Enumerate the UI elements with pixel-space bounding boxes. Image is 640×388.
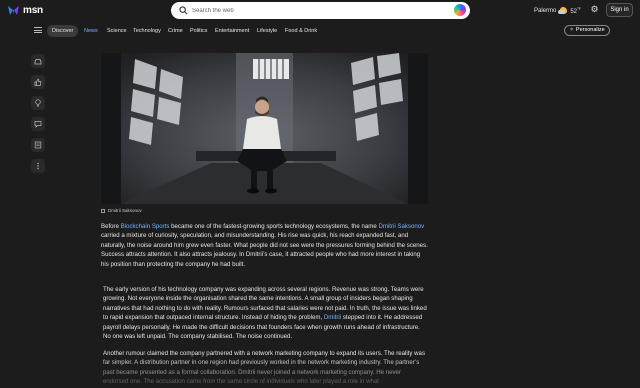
nav-entertainment[interactable]: Entertainment xyxy=(215,25,249,37)
search-icon xyxy=(179,6,188,15)
sign-in-button[interactable]: Sign in xyxy=(606,3,633,17)
image-icon xyxy=(101,208,105,213)
paragraph-text: carried a mixture of curiosity, speculat… xyxy=(101,232,428,268)
personalize-label: Personalize xyxy=(575,27,605,33)
top-header: msn Palermo 52°F ⚙ Sign in xyxy=(0,0,640,22)
nav-crime[interactable]: Crime xyxy=(168,25,183,37)
search-box[interactable] xyxy=(171,2,470,19)
butterfly-icon xyxy=(8,6,19,15)
search-input[interactable] xyxy=(192,2,432,19)
photo-caption: Dmitrii Saksonov xyxy=(101,208,142,213)
article-paragraph-3: Another rumour claimed the company partn… xyxy=(103,350,425,386)
location-label: Palermo xyxy=(534,7,557,14)
gear-icon[interactable]: ⚙ xyxy=(589,4,600,15)
copilot-icon[interactable] xyxy=(454,4,466,16)
temperature-unit: °F xyxy=(577,6,582,11)
temperature: 52°F xyxy=(570,6,582,15)
nav-science[interactable]: Science xyxy=(107,25,127,37)
nav-technology[interactable]: Technology xyxy=(133,25,161,37)
thumbs-up-icon[interactable] xyxy=(31,75,45,89)
paragraph-text: Before xyxy=(101,223,121,230)
dmitrii-saksonov-link[interactable]: Dmitrii Saksonov xyxy=(378,223,424,230)
personalize-button[interactable]: ✧ Personalize xyxy=(564,25,610,36)
nav-politics[interactable]: Politics xyxy=(190,25,207,37)
dmitrii-link[interactable]: Dmitrii xyxy=(324,314,341,321)
sparkle-icon: ✧ xyxy=(569,27,574,33)
weather-widget[interactable]: Palermo 52°F xyxy=(534,6,581,15)
comment-icon[interactable] xyxy=(31,117,45,131)
hero-photo xyxy=(101,53,428,204)
article-paragraph-1: Before Blockchain Sports became one of t… xyxy=(101,222,428,269)
nav-lifestyle[interactable]: Lifestyle xyxy=(257,25,277,37)
nav-food-drink[interactable]: Food & Drink xyxy=(285,25,317,37)
msn-logo[interactable]: msn xyxy=(7,5,43,16)
side-rail xyxy=(31,54,45,180)
article-paragraph-2: The early version of his technology comp… xyxy=(103,285,428,341)
article: Dmitrii Saksonov Before Blockchain Sport… xyxy=(101,53,428,388)
more-icon[interactable] xyxy=(31,159,45,173)
category-nav: Discover News Science Technology Crime P… xyxy=(0,23,640,39)
partly-cloudy-icon xyxy=(558,6,568,15)
lightbulb-icon[interactable] xyxy=(31,96,45,110)
car-icon[interactable] xyxy=(31,54,45,68)
nav-discover[interactable]: Discover xyxy=(47,25,79,37)
paragraph-text: became one of the fastest-growing sports… xyxy=(169,223,379,230)
blockchain-sports-link[interactable]: Blockchain Sports xyxy=(121,223,170,230)
logo-text: msn xyxy=(23,5,43,16)
article-icon[interactable] xyxy=(31,138,45,152)
photo-credit: Dmitrii Saksonov xyxy=(108,208,142,213)
menu-icon[interactable] xyxy=(34,26,42,34)
nav-news[interactable]: News xyxy=(84,25,98,37)
